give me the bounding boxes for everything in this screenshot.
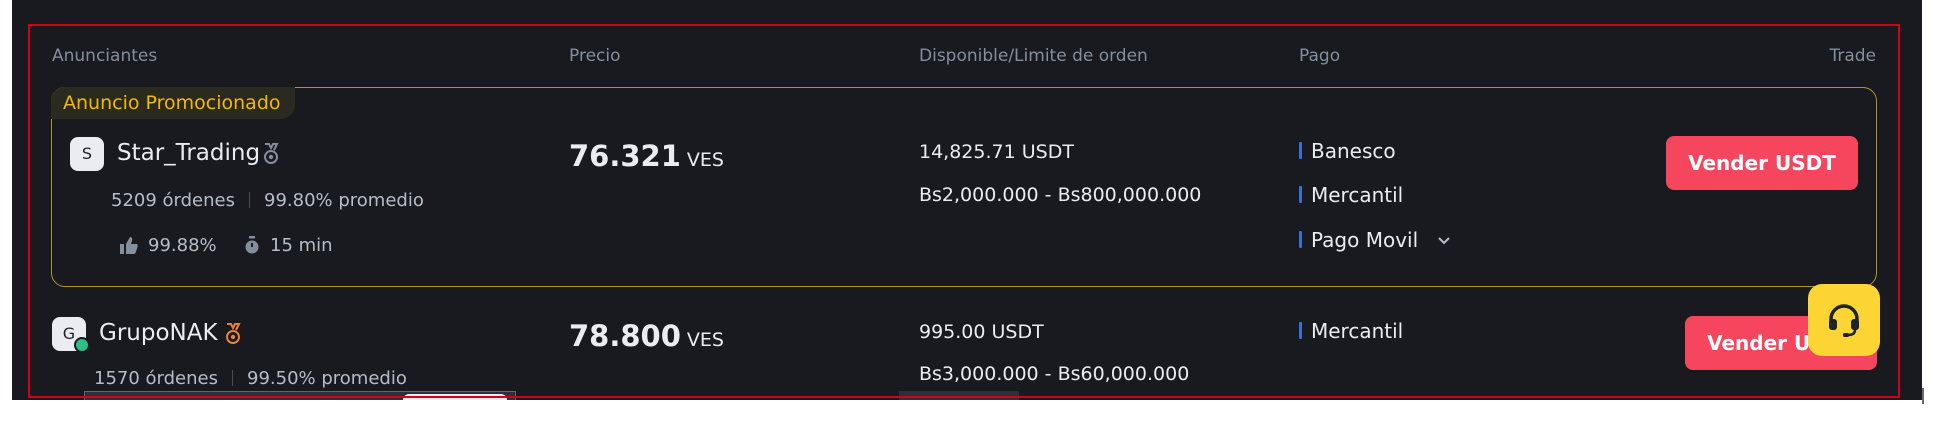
avatar[interactable]: S <box>70 137 104 171</box>
page-margin-right <box>1922 0 1942 426</box>
completion-rate: 99.80% promedio <box>264 190 424 211</box>
header-advertisers: Anunciantes <box>52 46 158 66</box>
advertiser-name[interactable]: GrupoNAK <box>99 320 218 346</box>
advertiser-stats: 5209 órdenes 99.80% promedio <box>111 190 424 211</box>
sell-usdt-button[interactable]: Vender USDT <box>1666 136 1858 190</box>
header-available: Disponible/Limite de orden <box>919 46 1148 66</box>
header-payment: Pago <box>1299 46 1341 66</box>
scrollbar-tick <box>1922 388 1924 404</box>
header-price: Precio <box>569 46 621 66</box>
scroll-indicator[interactable] <box>899 391 1019 400</box>
chevron-down-icon[interactable] <box>1437 236 1451 246</box>
available-amount: 14,825.71 USDT <box>919 141 1074 163</box>
medal-icon <box>264 143 279 164</box>
promoted-ad-label: Anuncio Promocionado <box>51 87 295 119</box>
orders-count: 1570 órdenes <box>94 368 218 389</box>
payment-method-mercantil: Mercantil <box>1299 319 1403 343</box>
thumbs-up-icon <box>120 237 138 254</box>
online-status-dot <box>74 337 90 353</box>
price: 78.800 VES <box>569 319 724 353</box>
order-limit: Bs3,000.000 - Bs60,000.000 <box>919 363 1190 385</box>
order-limit: Bs2,000.000 - Bs800,000.000 <box>919 184 1202 206</box>
advertiser-stats: 1570 órdenes 99.50% promedio <box>94 368 407 389</box>
payment-method-pago-movil: Pago Movil <box>1299 228 1418 252</box>
stopwatch-icon <box>245 236 259 254</box>
available-amount: 995.00 USDT <box>919 321 1044 343</box>
completion-rate: 99.50% promedio <box>247 368 407 389</box>
payment-method-mercantil: Mercantil <box>1299 183 1403 207</box>
price-currency: VES <box>686 149 724 171</box>
header-trade: Trade <box>1829 46 1876 66</box>
orders-count: 5209 órdenes <box>111 190 235 211</box>
rating: 99.88% <box>120 235 217 256</box>
payment-method-banesco: Banesco <box>1299 139 1396 163</box>
support-button[interactable] <box>1808 284 1880 356</box>
price-value: 78.800 <box>569 319 681 353</box>
avg-release-time: 15 min <box>244 235 333 256</box>
tooltip-popup <box>84 391 516 400</box>
medal-icon <box>226 323 241 344</box>
advertiser-name[interactable]: Star_Trading <box>117 140 260 166</box>
headset-icon <box>1829 304 1859 337</box>
rating-value: 99.88% <box>148 235 217 256</box>
p2p-ads-table: Anunciantes Precio Disponible/Limite de … <box>0 0 1942 400</box>
page-margin-left <box>0 0 12 400</box>
price-value: 76.321 <box>569 139 681 173</box>
release-time-value: 15 min <box>270 235 333 256</box>
price: 76.321 VES <box>569 139 724 173</box>
price-currency: VES <box>686 329 724 351</box>
